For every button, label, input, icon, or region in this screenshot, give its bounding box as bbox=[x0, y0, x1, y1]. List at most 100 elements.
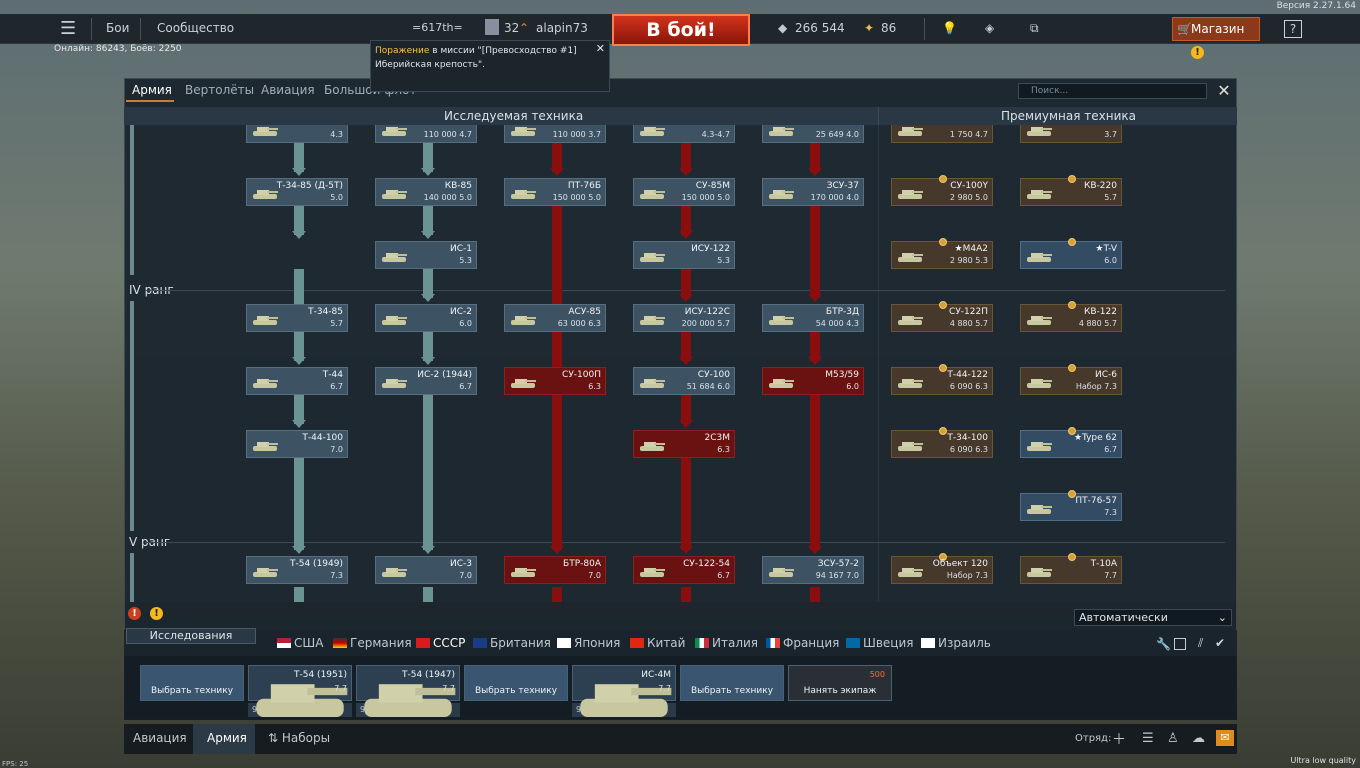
vehicle-card[interactable]: 110 000 4.7 bbox=[375, 125, 477, 143]
premium-vehicle-card[interactable]: КВ-122 4 880 5.7 bbox=[1020, 301, 1122, 332]
slots-icon[interactable]: ⫽ bbox=[1198, 636, 1203, 651]
battle-rating: 6.7 bbox=[459, 382, 472, 391]
vehicle-card[interactable]: СУ-85М 150 000 5.0 bbox=[633, 178, 735, 206]
close-icon[interactable]: ✕ bbox=[1214, 81, 1234, 101]
premium-vehicle-card[interactable]: Т-34-100 6 090 6.3 bbox=[891, 427, 993, 458]
premium-vehicle-card[interactable]: ★T-V 6.0 bbox=[1020, 238, 1122, 269]
nation-tab[interactable]: Швеция bbox=[846, 636, 913, 650]
nation-tab[interactable]: Франция bbox=[766, 636, 839, 650]
lightbulb-icon[interactable]: 💡 bbox=[942, 21, 957, 35]
vehicle-card[interactable]: ИСУ-122С 200 000 5.7 bbox=[633, 304, 735, 332]
help-icon[interactable]: ? bbox=[1284, 20, 1302, 38]
nation-tab[interactable]: СССР bbox=[416, 636, 465, 650]
nation-tab[interactable]: США bbox=[277, 636, 323, 650]
search-input[interactable]: Поиск... bbox=[1018, 83, 1207, 99]
vehicle-card[interactable]: 110 000 3.7 bbox=[504, 125, 606, 143]
vehicle-card[interactable]: 2С3М 6.3 bbox=[633, 430, 735, 458]
menu-icon[interactable]: ☰ bbox=[60, 18, 76, 39]
vehicle-card[interactable]: Т-44-100 7.0 bbox=[246, 430, 348, 458]
contacts-icon[interactable]: ♙ bbox=[1167, 731, 1179, 746]
vehicle-card[interactable]: ЗСУ-57-2 94 167 7.0 bbox=[762, 556, 864, 584]
squadron-tag[interactable]: =617th= bbox=[412, 21, 463, 34]
vehicle-card[interactable]: СУ-100П 6.3 bbox=[504, 367, 606, 395]
bottom-tab-army[interactable]: Армия bbox=[207, 731, 247, 745]
tab-army[interactable]: Армия bbox=[132, 83, 172, 97]
crew-slot[interactable]: Выбрать технику bbox=[464, 665, 568, 701]
premium-vehicle-card[interactable]: ПТ-76-57 7.3 bbox=[1020, 490, 1122, 521]
vehicle-card[interactable]: СУ-100 51 684 6.0 bbox=[633, 367, 735, 395]
vehicle-card[interactable]: 1 750 4.7 bbox=[891, 125, 993, 143]
plus-icon[interactable]: ＋ bbox=[1112, 729, 1126, 749]
nation-tab[interactable]: Китай bbox=[630, 636, 685, 650]
tab-aviation[interactable]: Авиация bbox=[261, 83, 315, 97]
vehicle-card[interactable]: ИС-1 5.3 bbox=[375, 241, 477, 269]
battle-button[interactable]: В бой! bbox=[612, 14, 750, 46]
rank-up-alert-icon[interactable]: ! bbox=[150, 606, 163, 620]
vehicle-card[interactable]: ЗСУ-37 170 000 4.0 bbox=[762, 178, 864, 206]
premium-vehicle-card[interactable]: Объект 120 Набор 7.3 bbox=[891, 553, 993, 584]
battles-menu[interactable]: Бои bbox=[106, 21, 129, 35]
vehicle-card[interactable]: 25 649 4.0 bbox=[762, 125, 864, 143]
vehicle-card[interactable]: СУ-122-54 6.7 bbox=[633, 556, 735, 584]
chat-icon[interactable]: ☁ bbox=[1192, 731, 1205, 746]
nation-tab[interactable]: Германия bbox=[333, 636, 412, 650]
crew-slot[interactable]: Т-54 (1951) 7.7 bbox=[248, 665, 352, 717]
premium-vehicle-card[interactable]: КВ-220 5.7 bbox=[1020, 175, 1122, 206]
wrench-icon[interactable]: 🔧 bbox=[1156, 637, 1171, 651]
premium-vehicle-card[interactable]: Т-10А 7.7 bbox=[1020, 553, 1122, 584]
premium-vehicle-card[interactable]: ★Type 62 6.7 bbox=[1020, 427, 1122, 458]
vehicle-card[interactable]: Т-44 6.7 bbox=[246, 367, 348, 395]
vehicle-card[interactable]: M53/59 6.0 bbox=[762, 367, 864, 395]
vehicle-card[interactable]: 4.3-4.7 bbox=[633, 125, 735, 143]
crew-slot[interactable]: Т-54 (1947) 7.7 bbox=[356, 665, 460, 717]
battle-result-notification[interactable]: Поражение в миссии "[Превосходство #1] И… bbox=[370, 40, 610, 92]
avatar[interactable] bbox=[485, 19, 499, 35]
check-icon[interactable]: ✔ bbox=[1215, 636, 1225, 650]
shop-button[interactable]: 🛒 Магазин ! bbox=[1172, 17, 1260, 59]
premium-vehicle-card[interactable]: СУ-122П 4 880 5.7 bbox=[891, 301, 993, 332]
vehicle-card[interactable]: Т-34-85 5.7 bbox=[246, 304, 348, 332]
coupons-icon[interactable]: ⧉ bbox=[1030, 21, 1039, 36]
crew-slot[interactable]: Выбрать технику bbox=[680, 665, 784, 701]
vehicle-card[interactable]: ПТ-76Б 150 000 5.0 bbox=[504, 178, 606, 206]
vehicle-card[interactable]: ИС-3 7.0 bbox=[375, 556, 477, 584]
tank-icon bbox=[253, 379, 278, 388]
vehicle-card[interactable]: 4.3 bbox=[246, 125, 348, 143]
vehicle-card[interactable]: КВ-85 140 000 5.0 bbox=[375, 178, 477, 206]
bottom-tab-aviation[interactable]: Авиация bbox=[133, 731, 187, 745]
premium-vehicle-card[interactable]: СУ-100Y 2 980 5.0 bbox=[891, 175, 993, 206]
checkbox[interactable] bbox=[1174, 638, 1186, 650]
vehicle-card[interactable]: 3.7 bbox=[1020, 125, 1122, 143]
premium-vehicle-card[interactable]: ИС-6 Набор 7.3 bbox=[1020, 364, 1122, 395]
tank-icon bbox=[898, 379, 923, 388]
auto-select-dropdown[interactable]: Автоматически ⌄ bbox=[1074, 609, 1232, 626]
rank-up-alert-icon[interactable]: ! bbox=[128, 606, 141, 620]
premium-vehicle-card[interactable]: ★M4A2 2 980 5.3 bbox=[891, 238, 993, 269]
crew-slot[interactable]: Нанять экипаж 500 bbox=[788, 665, 892, 701]
nation-tab[interactable]: Италия bbox=[695, 636, 758, 650]
list-icon[interactable]: ☰ bbox=[1142, 731, 1154, 746]
nation-tab[interactable]: Израиль bbox=[921, 636, 991, 650]
vehicle-card[interactable]: ИС-2 (1944) 6.7 bbox=[375, 367, 477, 395]
username[interactable]: alapin73 bbox=[536, 21, 588, 35]
vehicle-card[interactable]: БТР-3Д 54 000 4.3 bbox=[762, 304, 864, 332]
mail-icon[interactable]: ✉ bbox=[1216, 730, 1234, 746]
crew-slot[interactable]: ИС-4М 7.7 bbox=[572, 665, 676, 717]
nation-tab[interactable]: Британия bbox=[473, 636, 551, 650]
vehicle-card[interactable]: ИСУ-122 5.3 bbox=[633, 241, 735, 269]
vehicle-card[interactable]: Т-54 (1949) 7.3 bbox=[246, 556, 348, 584]
vehicle-card[interactable]: БТР-80А 7.0 bbox=[504, 556, 606, 584]
premium-vehicle-card[interactable]: Т-44-122 6 090 6.3 bbox=[891, 364, 993, 395]
presets-button[interactable]: ⇅ Наборы bbox=[268, 731, 330, 745]
close-icon[interactable]: ✕ bbox=[596, 42, 605, 56]
vehicle-card[interactable]: АСУ-85 63 000 6.3 bbox=[504, 304, 606, 332]
vehicle-card[interactable]: ИС-2 6.0 bbox=[375, 304, 477, 332]
crew-slot[interactable]: Выбрать технику bbox=[140, 665, 244, 701]
nation-tab[interactable]: Япония bbox=[557, 636, 620, 650]
decals-icon[interactable]: ◈ bbox=[985, 21, 994, 35]
community-menu[interactable]: Сообщество bbox=[157, 21, 234, 35]
battle-rating: 4.7 bbox=[459, 130, 472, 139]
research-button[interactable]: Исследования bbox=[126, 628, 256, 644]
vehicle-card[interactable]: Т-34-85 (Д-5Т) 5.0 bbox=[246, 178, 348, 206]
tab-helicopters[interactable]: Вертолёты bbox=[185, 83, 254, 97]
